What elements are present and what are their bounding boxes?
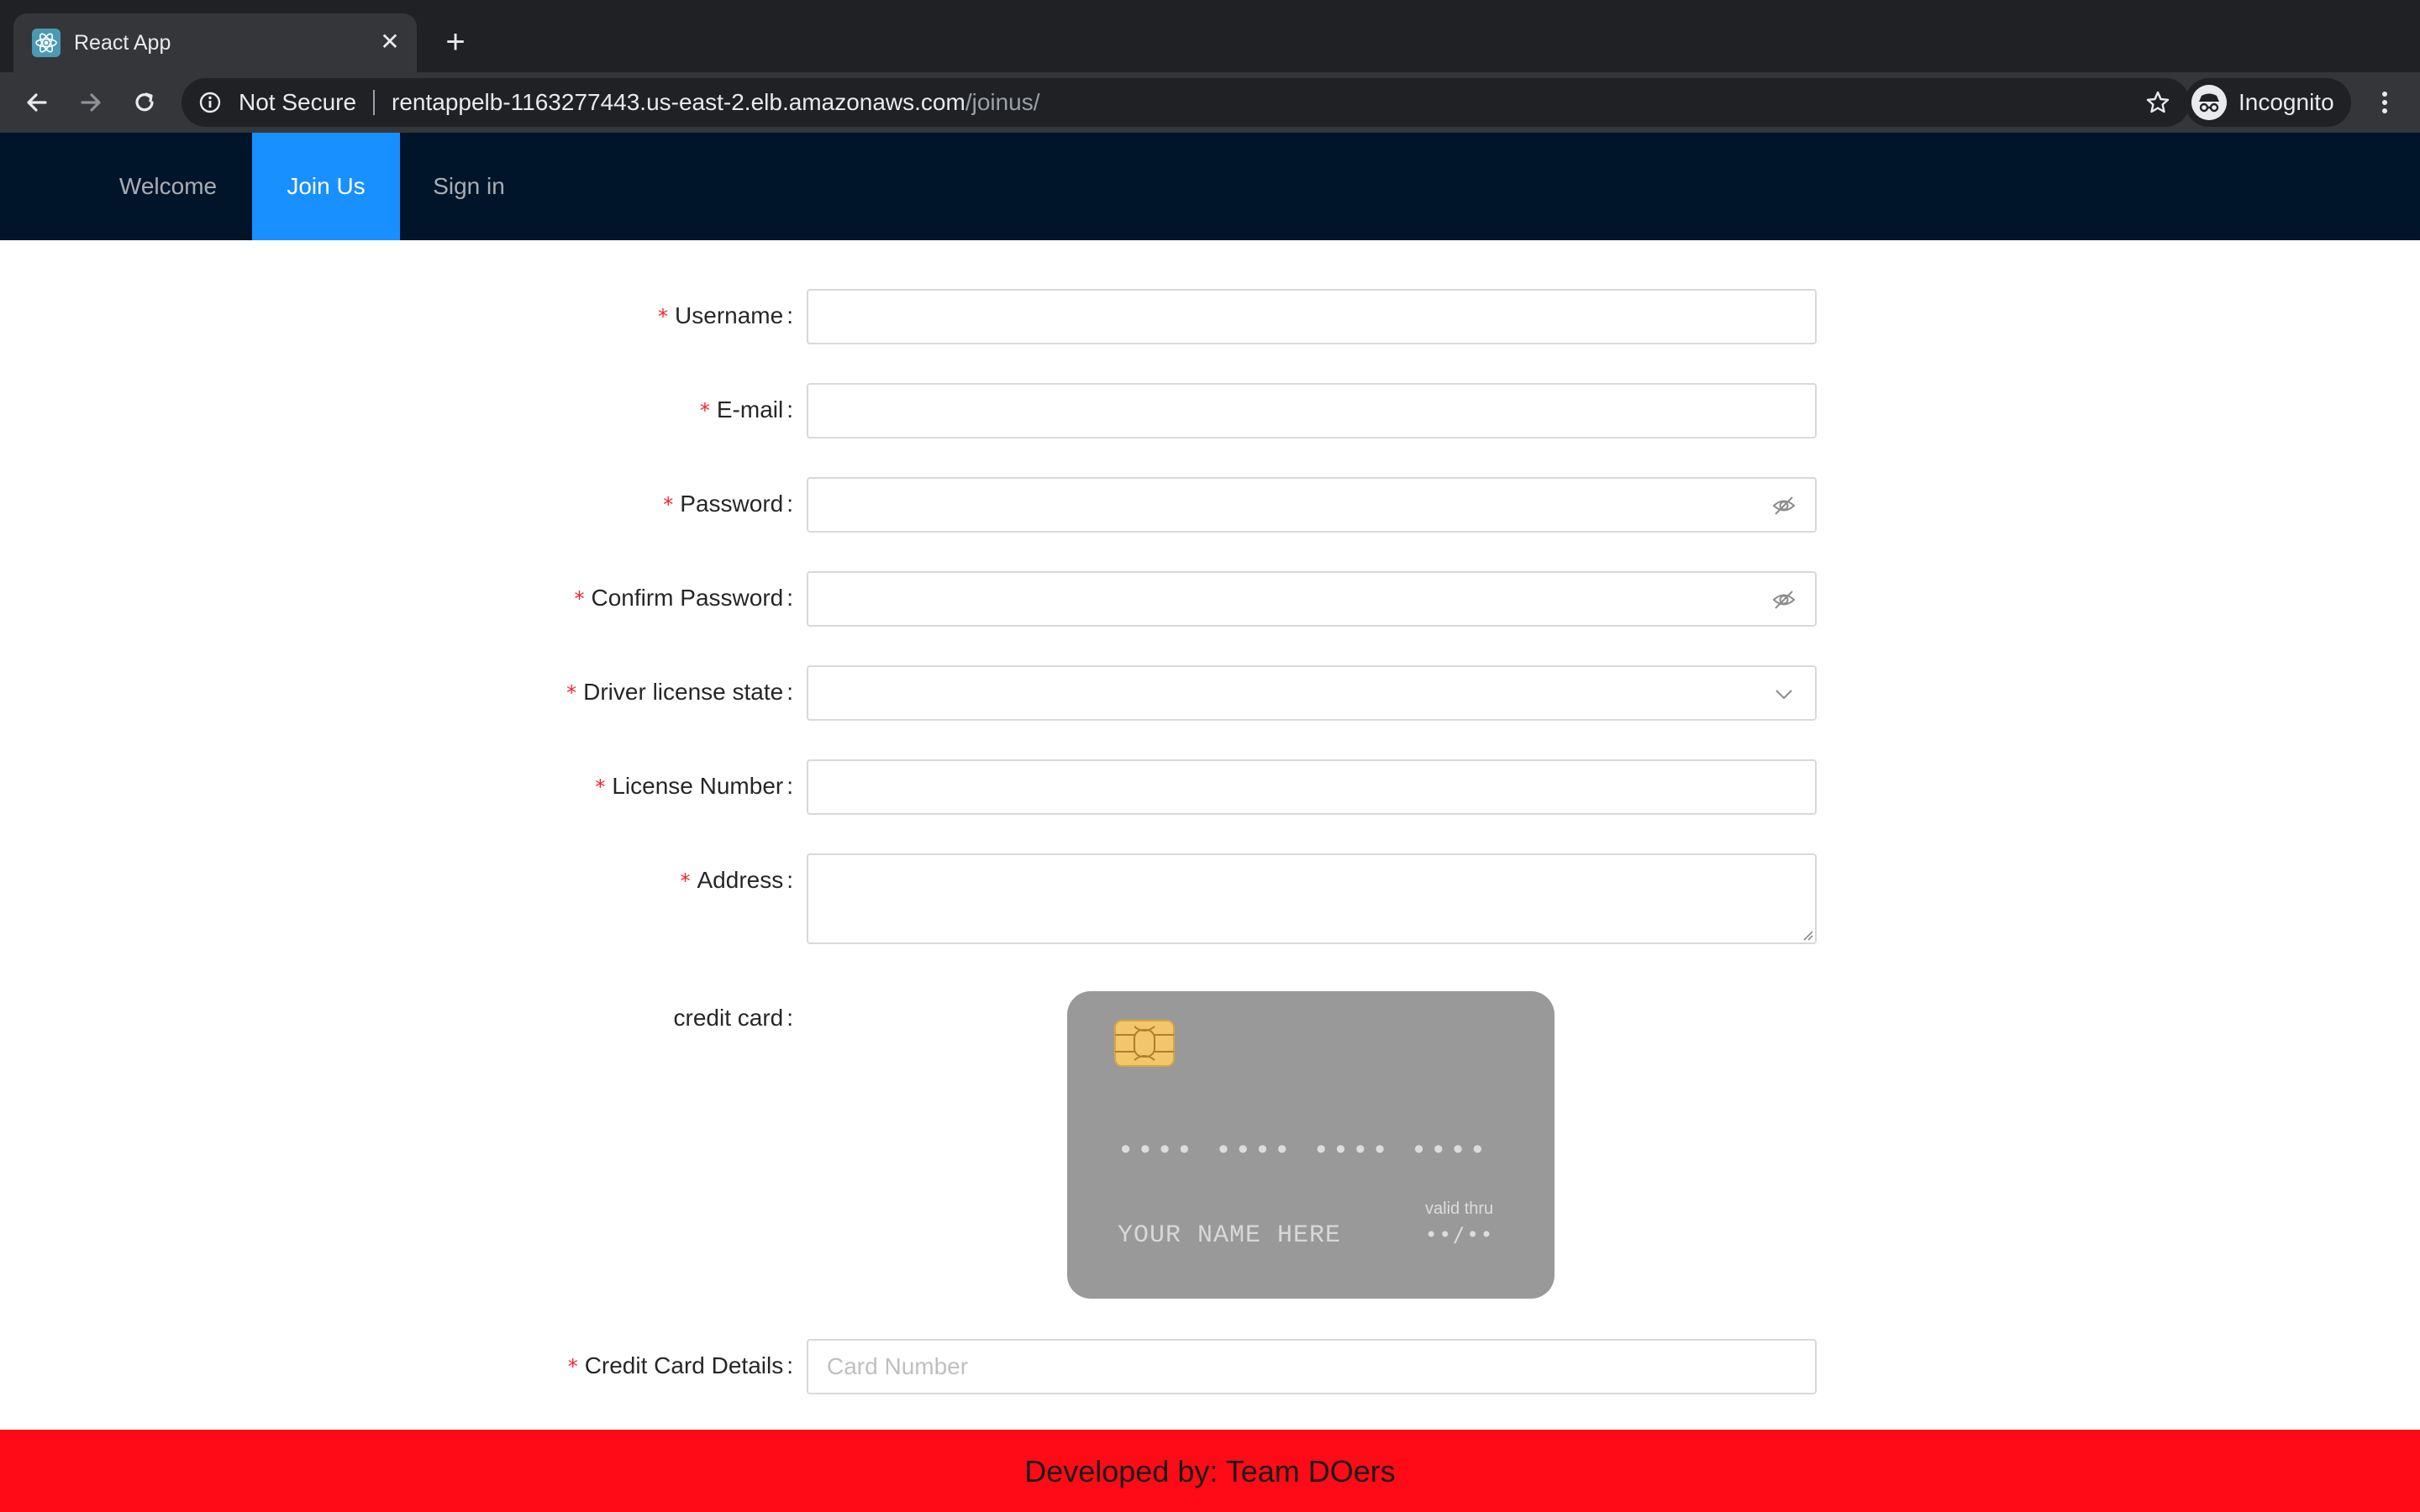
email-label: * E-mail:	[699, 396, 793, 423]
menu-icon[interactable]	[2368, 86, 2402, 119]
incognito-badge[interactable]: Incognito	[2185, 78, 2351, 127]
username-input[interactable]	[807, 289, 1817, 344]
back-icon[interactable]	[20, 86, 54, 119]
footer: Developed by: Team DOers	[0, 1430, 2420, 1512]
card-name-placeholder: YOUR NAME HERE	[1118, 1221, 1342, 1250]
card-valid-label: valid thru	[1425, 1200, 1494, 1218]
eye-invisible-icon[interactable]	[1771, 493, 1797, 518]
security-label: Not Secure	[239, 89, 357, 115]
browser-toolbar: Not Secure rentappelb-1163277443.us-east…	[0, 72, 2420, 133]
browser-tab[interactable]: React App ✕	[13, 13, 417, 72]
license-state-label: * Driver license state:	[566, 679, 793, 705]
chevron-down-icon	[1776, 690, 1792, 699]
star-icon[interactable]	[2144, 89, 2171, 116]
react-logo-icon	[32, 29, 60, 57]
nav-join-us[interactable]: Join Us	[252, 133, 400, 240]
url-host: rentappelb-1163277443.us-east-2.elb.amaz…	[392, 89, 965, 115]
confirm-password-input[interactable]	[807, 571, 1817, 627]
address-textarea[interactable]	[807, 853, 1817, 944]
card-number-input[interactable]: Card Number	[807, 1339, 1817, 1394]
credit-card-preview: •••• •••• •••• •••• YOUR NAME HERE valid…	[1067, 991, 1555, 1299]
card-valid-value: ••/••	[1425, 1223, 1495, 1247]
address-separator	[373, 90, 375, 115]
address-label: * Address:	[680, 867, 794, 893]
card-chip-icon	[1114, 1020, 1175, 1067]
tab-title: React App	[74, 31, 171, 55]
password-label: * Password:	[663, 491, 793, 517]
reload-icon[interactable]	[128, 86, 161, 119]
tab-close-icon[interactable]: ✕	[375, 27, 405, 57]
license-state-select[interactable]	[807, 665, 1817, 721]
url-text[interactable]: rentappelb-1163277443.us-east-2.elb.amaz…	[392, 88, 1040, 117]
confirm-password-label: * Confirm Password:	[574, 585, 793, 611]
url-path: /joinus/	[965, 89, 1040, 115]
email-input[interactable]	[807, 383, 1817, 438]
credit-card-label: credit card:	[673, 1005, 794, 1031]
license-number-label: * License Number:	[595, 773, 793, 799]
nav-welcome[interactable]: Welcome	[101, 133, 235, 240]
incognito-label: Incognito	[2238, 89, 2334, 115]
license-number-input[interactable]	[807, 759, 1817, 815]
username-label: * Username:	[658, 302, 793, 328]
browser-tab-bar: React App ✕ +	[0, 0, 2420, 72]
nav-sign-in[interactable]: Sign in	[417, 133, 521, 240]
forward-icon[interactable]	[74, 86, 108, 119]
new-tab-button[interactable]: +	[439, 25, 472, 59]
footer-text: Developed by: Team DOers	[1024, 1454, 1396, 1488]
info-icon[interactable]	[198, 91, 222, 114]
resize-handle-icon[interactable]	[1800, 927, 1813, 941]
card-number-mask: •••• •••• •••• ••••	[1118, 1134, 1490, 1166]
incognito-icon	[2191, 85, 2227, 120]
credit-card-details-label: * Credit Card Details:	[567, 1352, 793, 1378]
address-bar[interactable]: Not Secure rentappelb-1163277443.us-east…	[182, 78, 2190, 127]
card-number-placeholder: Card Number	[827, 1353, 969, 1379]
eye-invisible-icon[interactable]	[1771, 587, 1797, 612]
password-input[interactable]	[807, 477, 1817, 533]
app-navbar: Welcome Join Us Sign in	[0, 133, 2420, 240]
